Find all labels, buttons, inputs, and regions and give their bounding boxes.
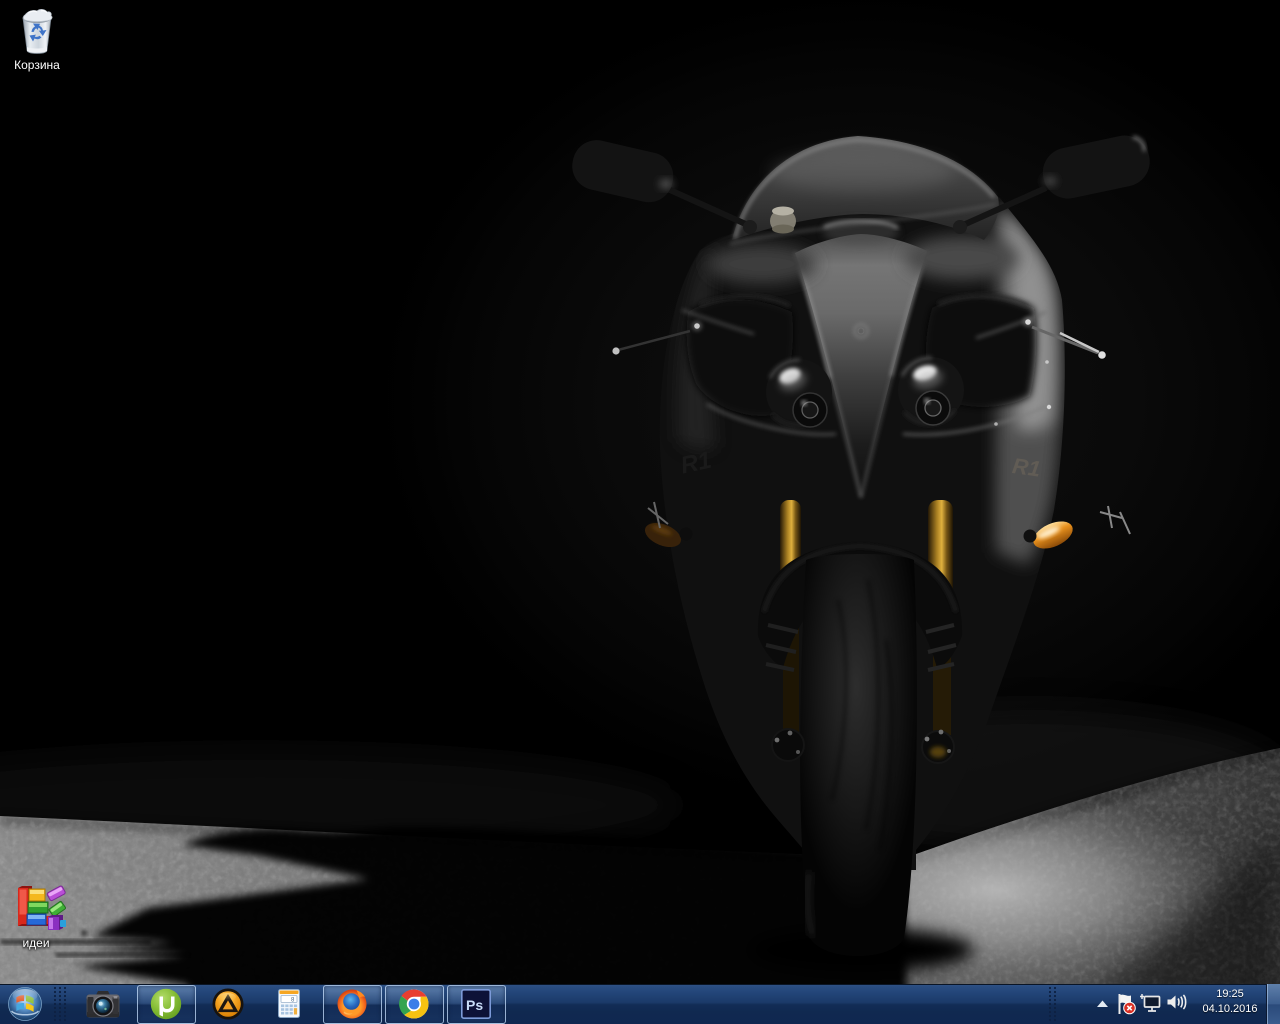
svg-text:8: 8 <box>291 996 295 1003</box>
svg-text:Ps: Ps <box>466 997 483 1013</box>
svg-text:R1: R1 <box>1011 453 1042 482</box>
